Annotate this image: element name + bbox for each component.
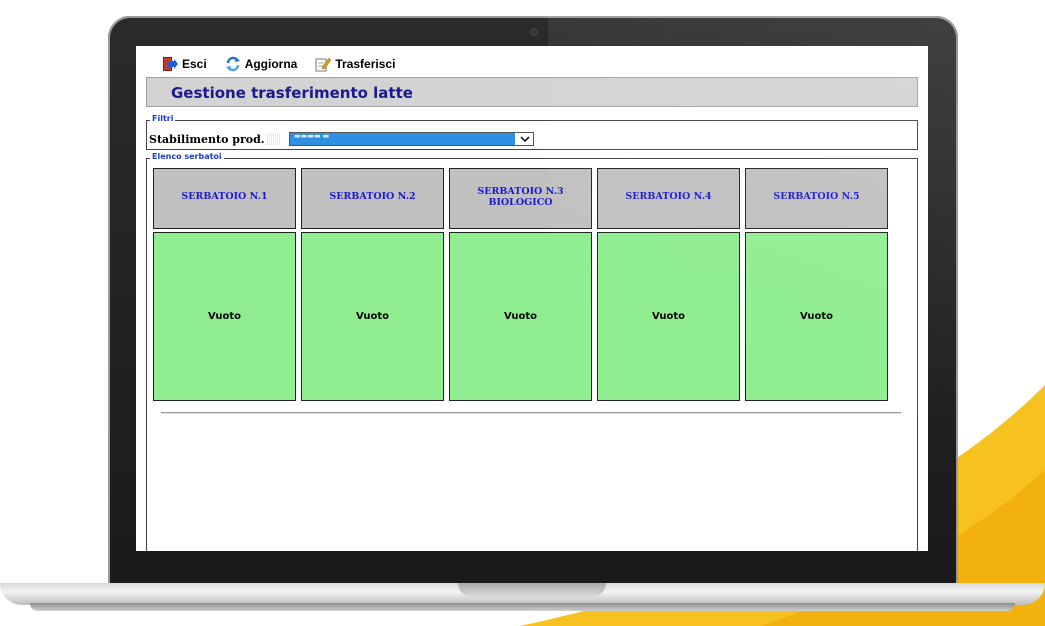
app-screen: Esci Aggiorna Trasferisci Gestione trasf… [136,46,928,551]
tank-status: Vuoto [651,311,686,322]
tank-name: SERBATOIO N.5 [773,191,860,202]
aggiorna-button[interactable]: Aggiorna [225,56,298,72]
tanks-bottom-divider-shadow [161,413,901,414]
toolbar: Esci Aggiorna Trasferisci [162,54,413,74]
tank-header-3[interactable]: SERBATOIO N.3 BIOLOGICO [449,168,592,229]
tank-header-1[interactable]: SERBATOIO N.1 [153,168,296,229]
stabilimento-select[interactable]: ▬▬▬▬ ▬ [289,132,534,146]
aggiorna-label: Aggiorna [244,57,298,71]
camera-dot [531,29,537,35]
stabilimento-value: ▬▬▬▬ ▬ [294,132,330,140]
tank-status: Vuoto [503,311,538,322]
tank-body-1[interactable]: Vuoto [153,232,296,401]
tank-name: SERBATOIO N.4 [625,191,712,202]
tank-body-2[interactable]: Vuoto [301,232,444,401]
page-header: Gestione trasferimento latte [146,77,918,107]
select-highlight: ▬▬▬▬ ▬ [290,132,515,145]
laptop-base-underside [30,603,1015,611]
page-title: Gestione trasferimento latte [171,84,413,102]
tanks-fieldset: Elenco serbatoi SERBATOIO N.1 Vuoto SERB… [146,152,918,551]
tank-header-5[interactable]: SERBATOIO N.5 [745,168,888,229]
refresh-icon [225,56,240,72]
filters-fieldset: Filtri Stabilimento prod. ▬▬▬▬ ▬ [146,114,918,150]
stabilimento-label: Stabilimento prod. [149,133,265,146]
tank-body-5[interactable]: Vuoto [745,232,888,401]
tank-status: Vuoto [799,311,834,322]
tank-body-3[interactable]: Vuoto [449,232,592,401]
edit-document-icon [315,57,332,72]
tank-status: Vuoto [207,311,242,322]
tank-status: Vuoto [355,311,390,322]
tank-header-4[interactable]: SERBATOIO N.4 [597,168,740,229]
tank-name: SERBATOIO N.1 [181,191,268,202]
label-separator [267,133,281,145]
trasferisci-label: Trasferisci [335,57,396,71]
chevron-down-icon [520,136,530,143]
tanks-legend: Elenco serbatoi [150,152,224,162]
tank-body-4[interactable]: Vuoto [597,232,740,401]
esci-button[interactable]: Esci [162,56,207,72]
tank-header-2[interactable]: SERBATOIO N.2 [301,168,444,229]
laptop-notch [458,583,606,597]
esci-label: Esci [182,57,207,71]
exit-door-icon [163,57,178,71]
tank-name: SERBATOIO N.2 [329,191,416,202]
tank-name: SERBATOIO N.3 BIOLOGICO [477,185,564,208]
filters-legend: Filtri [150,114,176,124]
trasferisci-button[interactable]: Trasferisci [315,56,395,72]
